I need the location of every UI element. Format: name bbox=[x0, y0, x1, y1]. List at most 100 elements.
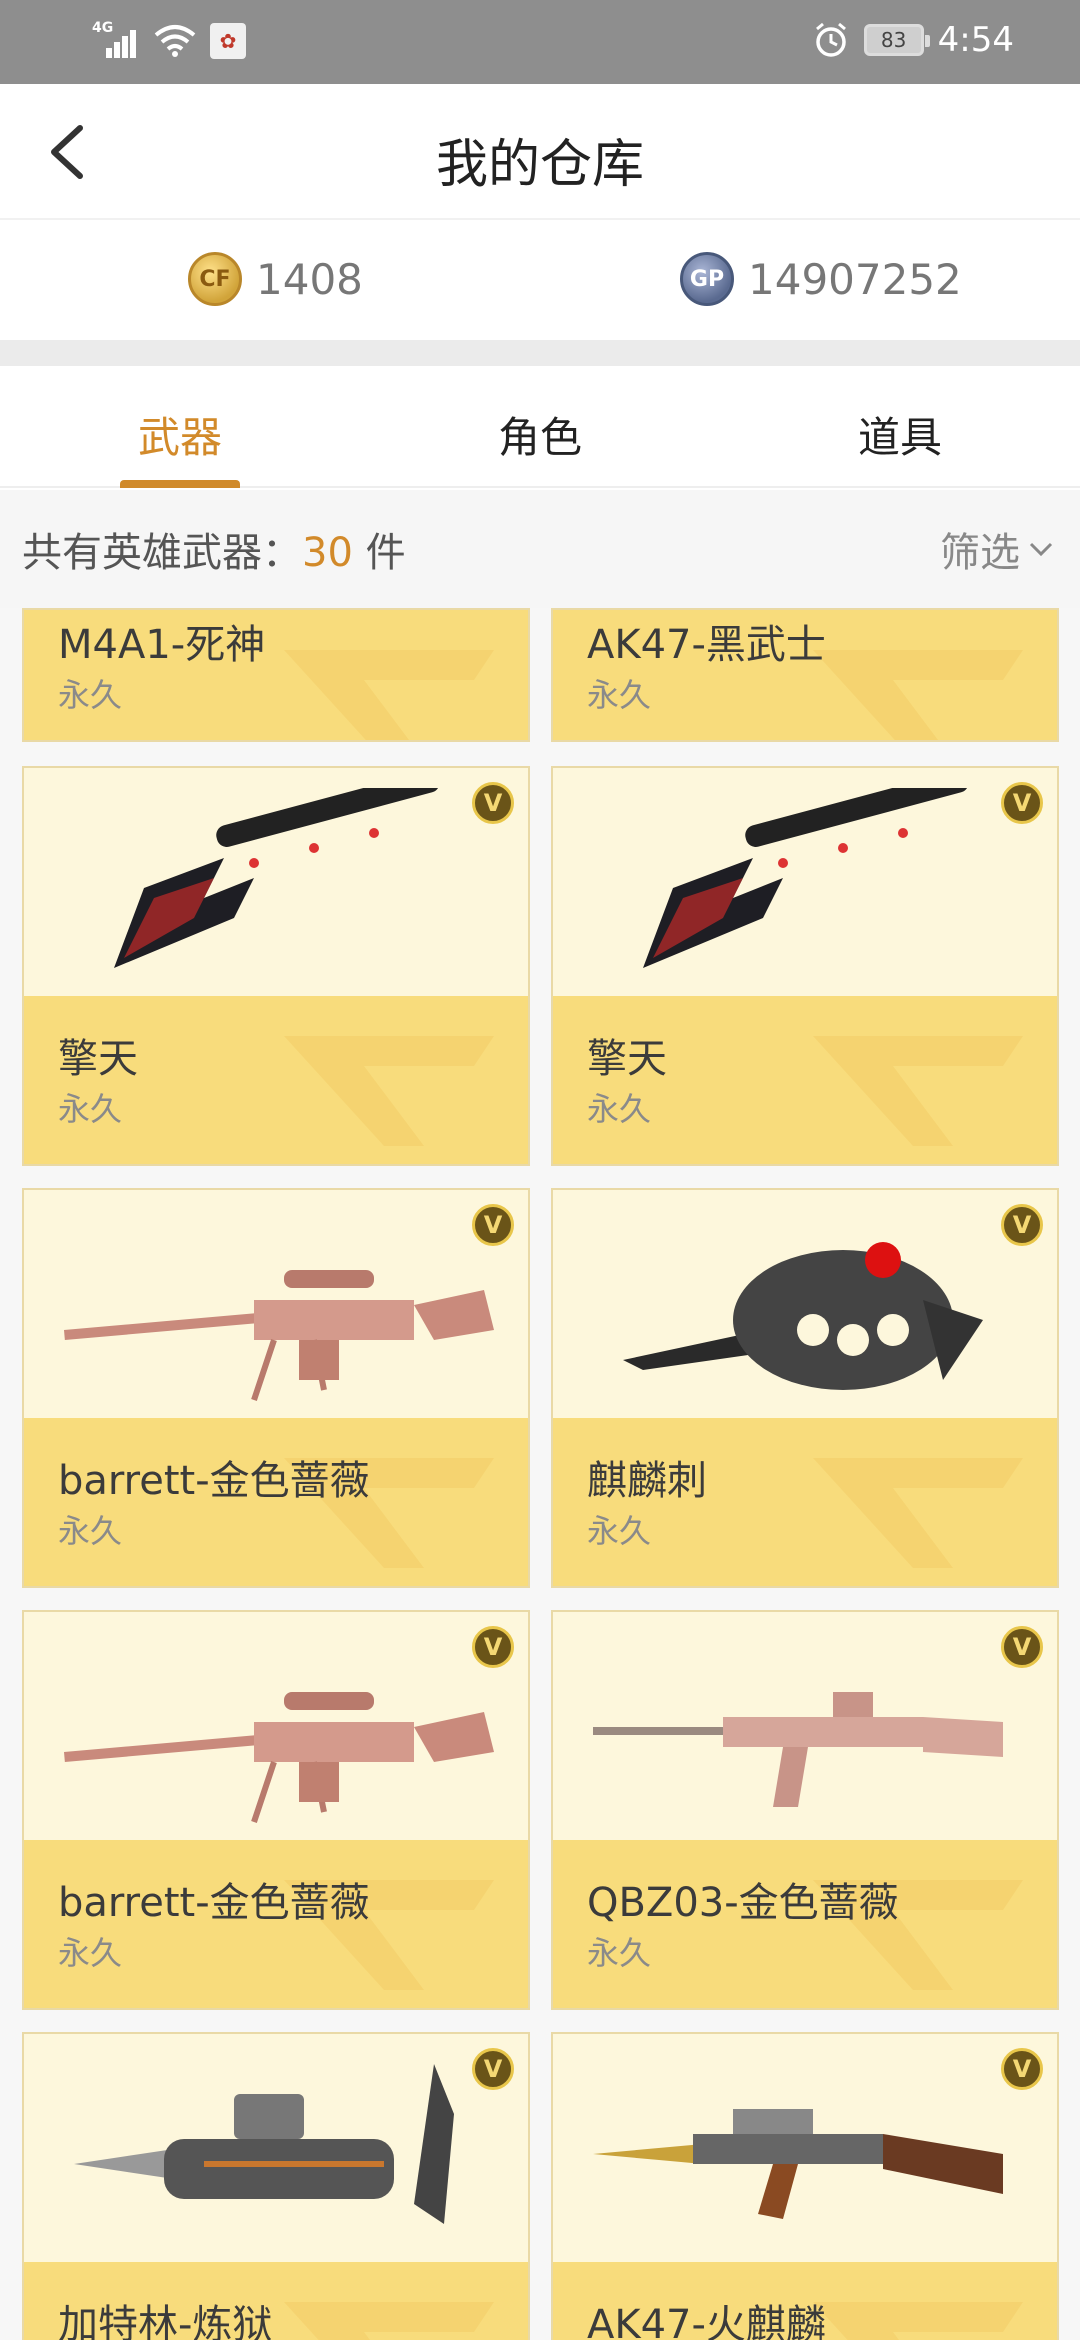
count-suffix: 件 bbox=[352, 530, 406, 576]
alarm-icon bbox=[815, 22, 846, 57]
weapon-grid: M4A1-死神 永久 AK47-黑武士 永久 V 擎天 永久 V 擎天 永久 V… bbox=[0, 608, 1080, 2340]
weapon-duration: 永久 bbox=[587, 1934, 652, 1972]
weapon-duration: 永久 bbox=[58, 1090, 123, 1128]
battery-icon: 83 bbox=[863, 24, 930, 56]
vip-badge-icon: V bbox=[472, 2048, 514, 2090]
cf-watermark-icon bbox=[813, 1036, 1023, 1146]
card-info: 擎天 永久 bbox=[24, 996, 528, 1164]
weapon-card[interactable]: V QBZ03-金色蔷薇 永久 bbox=[551, 1610, 1059, 2010]
weapon-image: V bbox=[24, 2034, 528, 2262]
weapon-card[interactable]: V 加特林-炼狱 永久 bbox=[22, 2032, 530, 2340]
cf-points-value: 1408 bbox=[256, 254, 363, 304]
weapon-image: V bbox=[553, 768, 1057, 996]
weapon-card[interactable]: V 擎天 永久 bbox=[22, 766, 530, 1166]
section-divider bbox=[0, 340, 1080, 366]
vip-badge-icon: V bbox=[1001, 2048, 1043, 2090]
weapon-count-text: 共有英雄武器：30 件 bbox=[22, 520, 406, 578]
card-info: barrett-金色蔷薇 永久 bbox=[24, 1418, 528, 1586]
weapon-image: V bbox=[553, 2034, 1057, 2262]
weapon-name: AK47-火麒麟 bbox=[587, 2302, 826, 2340]
tab-characters[interactable]: 角色 bbox=[360, 404, 720, 465]
vip-badge-icon: V bbox=[1001, 782, 1043, 824]
weapon-card[interactable]: V AK47-火麒麟 永久 bbox=[551, 2032, 1059, 2340]
card-info: AK47-黑武士 永久 bbox=[553, 610, 1057, 740]
app-notification-icon: ✿ bbox=[210, 23, 246, 59]
cf-watermark-icon bbox=[284, 650, 494, 740]
clock: 4:54 bbox=[937, 20, 1014, 60]
weapon-image: V bbox=[24, 1190, 528, 1418]
weapon-card[interactable]: V 擎天 永久 bbox=[551, 766, 1059, 1166]
summary-row: 共有英雄武器：30 件 筛选 bbox=[0, 490, 1080, 608]
status-left: 4G ✿ bbox=[92, 20, 246, 60]
count-prefix: 共有英雄武器： bbox=[22, 530, 302, 576]
network-type: 4G bbox=[92, 20, 114, 36]
weapon-card[interactable]: V barrett-金色蔷薇 永久 bbox=[22, 1610, 530, 2010]
tab-weapons[interactable]: 武器 bbox=[0, 404, 360, 465]
vip-badge-icon: V bbox=[472, 782, 514, 824]
weapon-name: 擎天 bbox=[587, 1036, 667, 1082]
page-title: 我的仓库 bbox=[435, 135, 644, 195]
weapon-name: AK47-黑武士 bbox=[587, 622, 826, 668]
weapon-duration: 永久 bbox=[58, 676, 123, 714]
shovel-weapon-icon bbox=[643, 788, 969, 968]
gp-coin-icon: GP bbox=[680, 252, 734, 306]
status-right: 83 4:54 bbox=[812, 20, 1014, 60]
weapon-name: barrett-金色蔷薇 bbox=[58, 1458, 370, 1504]
shovel-weapon-icon bbox=[114, 788, 440, 968]
weapon-name: M4A1-死神 bbox=[58, 622, 266, 668]
card-info: 麒麟刺 永久 bbox=[553, 1418, 1057, 1586]
assault-rifle-icon bbox=[593, 1692, 1003, 1807]
filter-button[interactable]: 筛选 bbox=[940, 520, 1056, 578]
active-tab-indicator bbox=[120, 480, 240, 488]
assault-rifle-icon bbox=[593, 2109, 1003, 2219]
weapon-duration: 永久 bbox=[587, 676, 652, 714]
weapon-duration: 永久 bbox=[587, 1512, 652, 1550]
cf-points: CF 1408 bbox=[188, 252, 363, 306]
vip-badge-icon: V bbox=[472, 1204, 514, 1246]
weapon-image: V bbox=[553, 1612, 1057, 1840]
card-info: 加特林-炼狱 永久 bbox=[24, 2262, 528, 2340]
cf-watermark-icon bbox=[813, 1458, 1023, 1568]
cf-watermark-icon bbox=[284, 1036, 494, 1146]
vip-badge-icon: V bbox=[1001, 1204, 1043, 1246]
cf-watermark-icon bbox=[284, 2302, 494, 2340]
weapon-name: QBZ03-金色蔷薇 bbox=[587, 1880, 899, 1926]
signal-icon: 4G bbox=[92, 20, 140, 60]
weapon-card[interactable]: V barrett-金色蔷薇 永久 bbox=[22, 1188, 530, 1588]
weapon-image: V bbox=[553, 1190, 1057, 1418]
weapon-name: 麒麟刺 bbox=[587, 1458, 707, 1504]
weapon-image: V bbox=[24, 768, 528, 996]
vip-badge-icon: V bbox=[472, 1626, 514, 1668]
cf-watermark-icon bbox=[813, 2302, 1023, 2340]
weapon-card[interactable]: M4A1-死神 永久 bbox=[22, 608, 530, 742]
tab-items[interactable]: 道具 bbox=[720, 404, 1080, 465]
knuckle-blade-icon bbox=[623, 1242, 983, 1390]
sniper-rifle-icon bbox=[64, 1692, 494, 1823]
wifi-icon bbox=[154, 25, 196, 57]
weapon-card[interactable]: V 麒麟刺 永久 bbox=[551, 1188, 1059, 1588]
title-bar: 我的仓库 bbox=[0, 84, 1080, 220]
battery-level: 83 bbox=[880, 28, 907, 52]
weapon-duration: 永久 bbox=[587, 1090, 652, 1128]
cf-coin-icon: CF bbox=[188, 252, 242, 306]
weapon-name: barrett-金色蔷薇 bbox=[58, 1880, 370, 1926]
card-info: barrett-金色蔷薇 永久 bbox=[24, 1840, 528, 2008]
sniper-rifle-icon bbox=[64, 1270, 494, 1401]
weapon-duration: 永久 bbox=[58, 1512, 123, 1550]
weapon-image: V bbox=[24, 1612, 528, 1840]
card-info: 擎天 永久 bbox=[553, 996, 1057, 1164]
tab-bar: 武器 角色 道具 bbox=[0, 366, 1080, 488]
card-info: QBZ03-金色蔷薇 永久 bbox=[553, 1840, 1057, 2008]
gatling-gun-icon bbox=[74, 2064, 454, 2224]
weapon-name: 加特林-炼狱 bbox=[58, 2302, 273, 2340]
card-info: AK47-火麒麟 永久 bbox=[553, 2262, 1057, 2340]
gp-points: GP 14907252 bbox=[680, 252, 962, 306]
weapon-name: 擎天 bbox=[58, 1036, 138, 1082]
weapon-card[interactable]: AK47-黑武士 永久 bbox=[551, 608, 1059, 742]
weapon-count: 30 bbox=[302, 530, 353, 576]
currency-row: CF 1408 GP 14907252 bbox=[0, 222, 1080, 340]
cf-watermark-icon bbox=[813, 650, 1023, 740]
weapon-duration: 永久 bbox=[58, 1934, 123, 1972]
gp-points-value: 14907252 bbox=[748, 254, 962, 304]
vip-badge-icon: V bbox=[1001, 1626, 1043, 1668]
